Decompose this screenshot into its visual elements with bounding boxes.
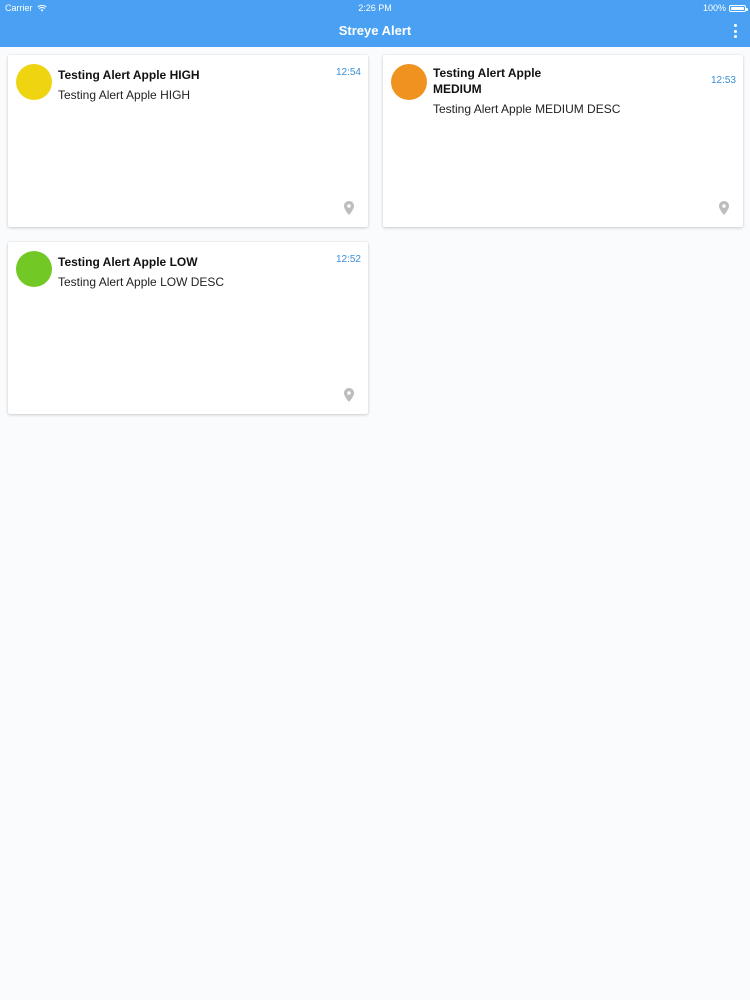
alert-time: 12:54	[335, 67, 361, 78]
more-vert-icon[interactable]	[730, 22, 740, 40]
battery-fill	[731, 6, 744, 10]
map-pin-icon[interactable]	[719, 201, 729, 215]
map-pin-icon[interactable]	[344, 201, 354, 215]
alert-description: Testing Alert Apple LOW DESC	[58, 275, 225, 289]
alert-time: 12:53	[710, 75, 736, 86]
status-bar: Carrier 2:26 PM 100%	[0, 0, 750, 16]
alert-description: Testing Alert Apple MEDIUM DESC	[433, 102, 621, 116]
alert-description: Testing Alert Apple HIGH	[58, 88, 191, 102]
map-pin-icon[interactable]	[344, 388, 354, 402]
battery-percent: 100%	[702, 3, 726, 13]
battery-icon	[729, 4, 748, 12]
alert-title: Testing Alert Apple LOW	[58, 255, 198, 269]
app-title: Streye Alert	[338, 23, 412, 38]
menu-dot	[733, 29, 737, 33]
alert-card-high[interactable]: Testing Alert Apple HIGH Testing Alert A…	[8, 55, 368, 227]
alert-time: 12:52	[335, 254, 361, 265]
alert-card-medium[interactable]: Testing Alert Apple MEDIUM Testing Alert…	[383, 55, 743, 227]
priority-indicator	[16, 64, 52, 100]
alert-card-low[interactable]: Testing Alert Apple LOW Testing Alert Ap…	[8, 242, 368, 414]
status-right: 100%	[702, 3, 748, 13]
status-time: 2:26 PM	[358, 3, 392, 13]
menu-dot	[733, 24, 737, 27]
menu-dot	[733, 35, 737, 38]
priority-indicator	[16, 251, 52, 287]
priority-indicator	[391, 64, 427, 100]
alert-title: Testing Alert Apple MEDIUM	[433, 66, 542, 96]
alert-title: Testing Alert Apple HIGH	[58, 68, 200, 82]
app-bar: Streye Alert	[0, 16, 750, 47]
